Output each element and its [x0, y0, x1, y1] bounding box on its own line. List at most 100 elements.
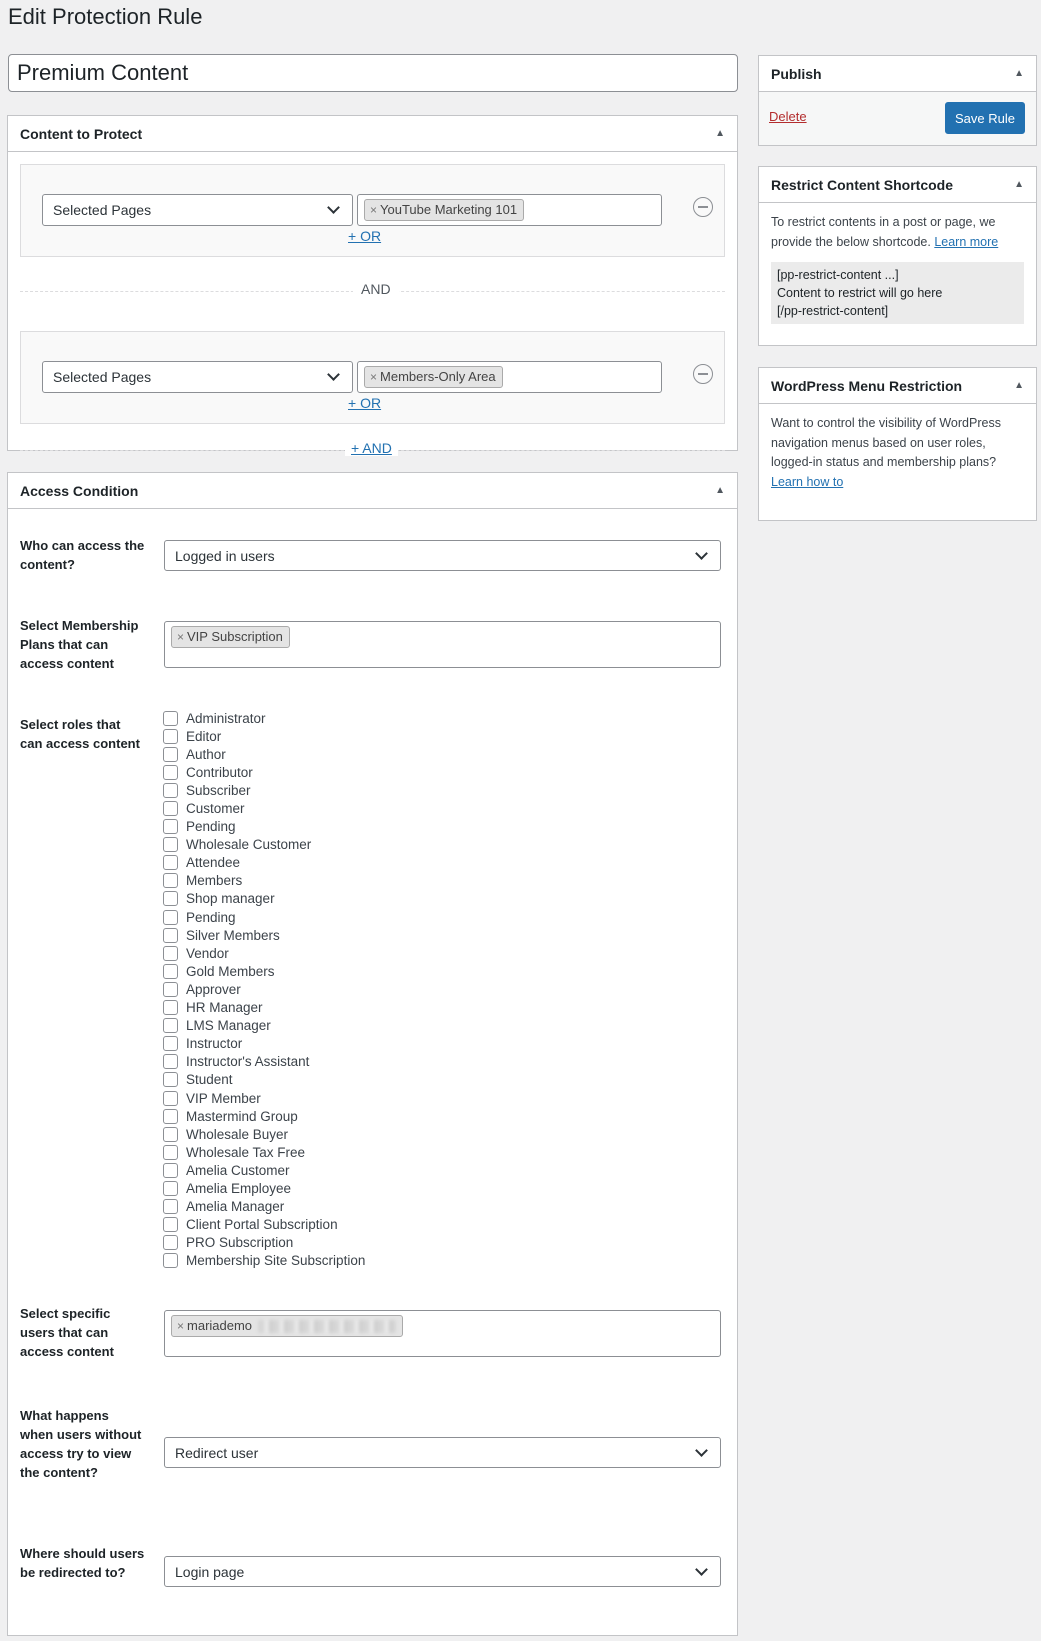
role-checkbox[interactable] — [163, 1217, 178, 1233]
content-tag-field[interactable]: × Members-Only Area — [357, 361, 662, 393]
role-option[interactable]: Author — [163, 745, 365, 763]
role-option[interactable]: Amelia Manager — [163, 1198, 365, 1216]
redirect-target-select[interactable]: Login page — [164, 1556, 721, 1587]
role-option[interactable]: Wholesale Customer — [163, 836, 365, 854]
role-option[interactable]: Subscriber — [163, 781, 365, 799]
membership-plans-field[interactable]: × VIP Subscription — [164, 621, 721, 668]
add-or-link[interactable]: + OR — [348, 395, 381, 411]
role-checkbox[interactable] — [163, 855, 178, 871]
role-checkbox[interactable] — [163, 909, 178, 925]
role-label: Subscriber — [186, 782, 251, 798]
role-checkbox[interactable] — [163, 1000, 178, 1016]
remove-tag-icon[interactable]: × — [177, 630, 184, 644]
role-option[interactable]: Pending — [163, 908, 365, 926]
role-checkbox[interactable] — [163, 1054, 178, 1070]
role-checkbox[interactable] — [163, 819, 178, 835]
role-option[interactable]: Shop manager — [163, 890, 365, 908]
role-checkbox[interactable] — [163, 1036, 178, 1052]
learn-how-link[interactable]: Learn how to — [771, 475, 843, 489]
role-checkbox[interactable] — [163, 1018, 178, 1034]
role-checkbox[interactable] — [163, 981, 178, 997]
role-option[interactable]: Membership Site Subscription — [163, 1252, 365, 1270]
content-to-protect-header[interactable]: Content to Protect ▲ — [8, 116, 737, 152]
remove-tag-icon[interactable]: × — [370, 370, 377, 384]
role-option[interactable]: Administrator — [163, 709, 365, 727]
role-option[interactable]: Attendee — [163, 854, 365, 872]
role-option[interactable]: LMS Manager — [163, 1017, 365, 1035]
publish-header[interactable]: Publish ▲ — [759, 56, 1036, 92]
role-option[interactable]: Approver — [163, 980, 365, 998]
role-checkbox[interactable] — [163, 764, 178, 780]
role-checkbox[interactable] — [163, 1144, 178, 1160]
role-option[interactable]: Client Portal Subscription — [163, 1216, 365, 1234]
role-checkbox[interactable] — [163, 927, 178, 943]
collapse-arrow-icon[interactable]: ▲ — [715, 485, 725, 496]
role-option[interactable]: VIP Member — [163, 1089, 365, 1107]
role-label: Shop manager — [186, 891, 275, 907]
role-option[interactable]: Silver Members — [163, 926, 365, 944]
role-checkbox[interactable] — [163, 710, 178, 726]
role-option[interactable]: Gold Members — [163, 962, 365, 980]
role-checkbox[interactable] — [163, 1180, 178, 1196]
role-checkbox[interactable] — [163, 1235, 178, 1251]
shortcode-header[interactable]: Restrict Content Shortcode ▲ — [759, 167, 1036, 203]
role-checkbox[interactable] — [163, 945, 178, 961]
role-checkbox[interactable] — [163, 891, 178, 907]
role-option[interactable]: Editor — [163, 727, 365, 745]
role-option[interactable]: Amelia Employee — [163, 1179, 365, 1197]
role-option[interactable]: Wholesale Tax Free — [163, 1143, 365, 1161]
remove-tag-icon[interactable]: × — [370, 203, 377, 217]
role-checkbox[interactable] — [163, 1253, 178, 1269]
role-option[interactable]: Vendor — [163, 944, 365, 962]
no-access-action-select[interactable]: Redirect user — [164, 1437, 721, 1468]
learn-more-link[interactable]: Learn more — [934, 235, 998, 249]
save-rule-button[interactable]: Save Rule — [945, 102, 1025, 134]
role-option[interactable]: PRO Subscription — [163, 1234, 365, 1252]
role-checkbox[interactable] — [163, 728, 178, 744]
role-checkbox[interactable] — [163, 1199, 178, 1215]
delete-link[interactable]: Delete — [769, 109, 807, 124]
role-checkbox[interactable] — [163, 1090, 178, 1106]
role-option[interactable]: Mastermind Group — [163, 1107, 365, 1125]
role-checkbox[interactable] — [163, 782, 178, 798]
collapse-arrow-icon[interactable]: ▲ — [1014, 179, 1024, 190]
remove-group-icon[interactable] — [693, 197, 713, 217]
role-option[interactable]: Wholesale Buyer — [163, 1125, 365, 1143]
role-checkbox[interactable] — [163, 1162, 178, 1178]
remove-tag-icon[interactable]: × — [177, 1319, 184, 1333]
content-tag-field[interactable]: × YouTube Marketing 101 — [357, 194, 662, 226]
specific-users-field[interactable]: × mariademo — [164, 1310, 721, 1357]
role-option[interactable]: Members — [163, 872, 365, 890]
role-checkbox[interactable] — [163, 746, 178, 762]
menu-restriction-header[interactable]: WordPress Menu Restriction ▲ — [759, 368, 1036, 404]
selected-tag: × Members-Only Area — [364, 366, 503, 388]
role-checkbox[interactable] — [163, 1108, 178, 1124]
role-option[interactable]: Amelia Customer — [163, 1161, 365, 1179]
collapse-arrow-icon[interactable]: ▲ — [715, 128, 725, 139]
content-type-select[interactable]: Selected Pages — [42, 361, 353, 393]
access-condition-header[interactable]: Access Condition ▲ — [8, 473, 737, 509]
collapse-arrow-icon[interactable]: ▲ — [1014, 380, 1024, 391]
content-to-protect-box: Content to Protect ▲ Selected Pages × You… — [7, 115, 738, 456]
role-label: Editor — [186, 728, 222, 744]
role-checkbox[interactable] — [163, 837, 178, 853]
role-option[interactable]: HR Manager — [163, 999, 365, 1017]
role-option[interactable]: Instructor's Assistant — [163, 1053, 365, 1071]
role-checkbox[interactable] — [163, 963, 178, 979]
role-checkbox[interactable] — [163, 801, 178, 817]
role-option[interactable]: Instructor — [163, 1035, 365, 1053]
content-type-select[interactable]: Selected Pages — [42, 194, 353, 226]
add-or-link[interactable]: + OR — [348, 228, 381, 244]
who-can-access-select[interactable]: Logged in users — [164, 540, 721, 571]
role-checkbox[interactable] — [163, 1072, 178, 1088]
rule-title-input[interactable] — [8, 54, 738, 92]
remove-group-icon[interactable] — [693, 364, 713, 384]
role-option[interactable]: Student — [163, 1071, 365, 1089]
role-option[interactable]: Pending — [163, 818, 365, 836]
add-and-link[interactable]: + AND — [345, 440, 398, 456]
role-option[interactable]: Customer — [163, 799, 365, 817]
role-option[interactable]: Contributor — [163, 763, 365, 781]
role-checkbox[interactable] — [163, 873, 178, 889]
collapse-arrow-icon[interactable]: ▲ — [1014, 68, 1024, 79]
role-checkbox[interactable] — [163, 1126, 178, 1142]
